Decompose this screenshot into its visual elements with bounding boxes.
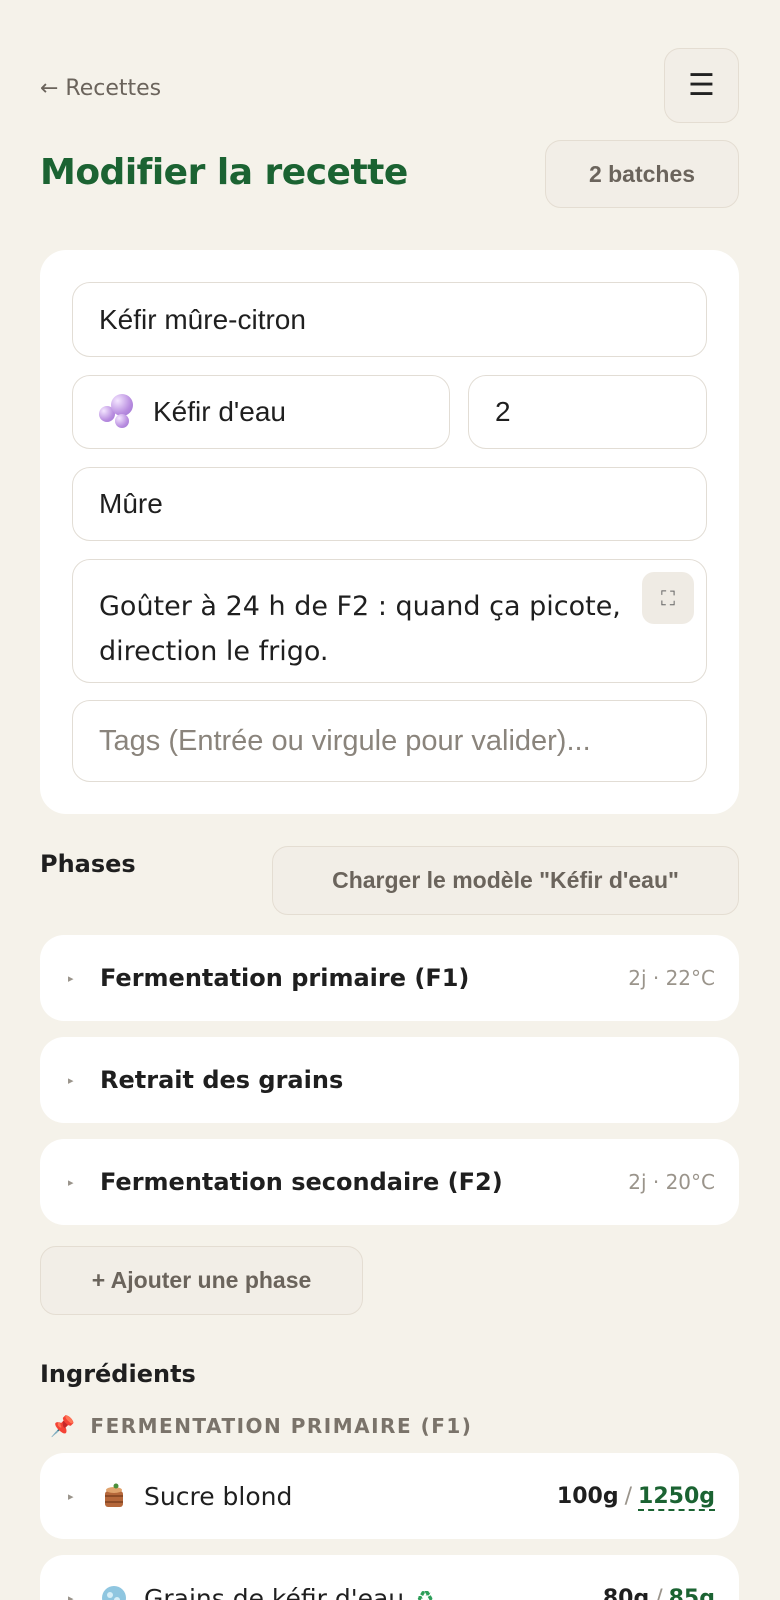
ingredient-total[interactable]: 1250g [638,1483,715,1511]
notes-value: Goûter à 24 h de F2 : quand ça picote, d… [99,591,621,667]
sugar-pot-icon [100,1482,128,1510]
phases-title: Phases [40,850,136,878]
ingredient-amount: 80g [602,1585,650,1600]
notes-textarea[interactable]: Goûter à 24 h de F2 : quand ça picote, d… [72,559,707,683]
ingredient-amounts: 100g/1250g [556,1483,715,1511]
bubbles-icon [99,394,135,430]
tags-input[interactable]: Tags (Entrée ou virgule pour valider)... [72,700,707,782]
amount-separator: / [655,1585,663,1600]
phase-label: Fermentation secondaire (F2) [100,1168,503,1196]
kefir-grains-icon [100,1584,128,1600]
ingredient-group-label: 📌 FERMENTATION PRIMAIRE (F1) [50,1414,472,1438]
phase-item[interactable]: ▸ Fermentation primaire (F1) 2j · 22°C [40,935,739,1021]
back-link[interactable]: ← Recettes [40,76,161,101]
caret-right-icon: ▸ [68,1591,74,1600]
hamburger-icon: ☰ [688,68,715,103]
fruit-input[interactable]: Mûre [72,467,707,541]
menu-button[interactable]: ☰ [664,48,739,123]
ingredient-label: Sucre blond [144,1481,293,1511]
ingredient-row[interactable]: ▸ Grains de kéfir d'eau ♻ 80g / 85g [40,1555,739,1600]
ingredient-row[interactable]: ▸ Sucre blond 100g/1250g [40,1453,739,1539]
phase-item[interactable]: ▸ Retrait des grains [40,1037,739,1123]
caret-right-icon: ▸ [68,1073,74,1087]
expand-button[interactable]: ⛶ [642,572,694,624]
phase-item[interactable]: ▸ Fermentation secondaire (F2) 2j · 20°C [40,1139,739,1225]
ingredient-amounts: 80g / 85g [602,1585,715,1600]
amount-separator: / [624,1483,633,1509]
ingredient-total[interactable]: 85g [668,1585,715,1600]
phase-label: Fermentation primaire (F1) [100,964,470,992]
ingredients-title: Ingrédients [40,1360,196,1388]
phase-meta: 2j · 20°C [628,1170,715,1194]
phase-meta: 2j · 22°C [628,966,715,990]
caret-right-icon: ▸ [68,1489,74,1503]
recipe-type-select[interactable]: Kéfir d'eau [72,375,450,449]
page-title: Modifier la recette [40,152,408,193]
tags-placeholder: Tags (Entrée ou virgule pour valider)... [99,724,591,757]
add-phase-button[interactable]: + Ajouter une phase [40,1246,363,1315]
phase-label: Retrait des grains [100,1066,344,1094]
caret-right-icon: ▸ [68,971,74,985]
ingredient-amount: 100g [556,1483,619,1509]
quantity-input[interactable]: 2 [468,375,707,449]
batches-button[interactable]: 2 batches [545,140,739,208]
ingredient-label: Grains de kéfir d'eau [144,1583,405,1600]
recycle-icon: ♻ [416,1586,435,1600]
load-template-button[interactable]: Charger le modèle "Kéfir d'eau" [272,846,739,915]
group-label-text: FERMENTATION PRIMAIRE (F1) [90,1414,473,1438]
expand-icon: ⛶ [661,585,675,610]
recipe-name-input[interactable]: Kéfir mûre-citron [72,282,707,357]
pin-icon: 📌 [50,1414,77,1438]
recipe-type-value: Kéfir d'eau [153,396,286,427]
recipe-form-card: Kéfir mûre-citron Kéfir d'eau 2 Mûre Goû… [40,250,739,814]
fruit-value: Mûre [99,488,163,519]
caret-right-icon: ▸ [68,1175,74,1189]
quantity-value: 2 [495,396,511,427]
recipe-name-value: Kéfir mûre-citron [99,303,306,335]
